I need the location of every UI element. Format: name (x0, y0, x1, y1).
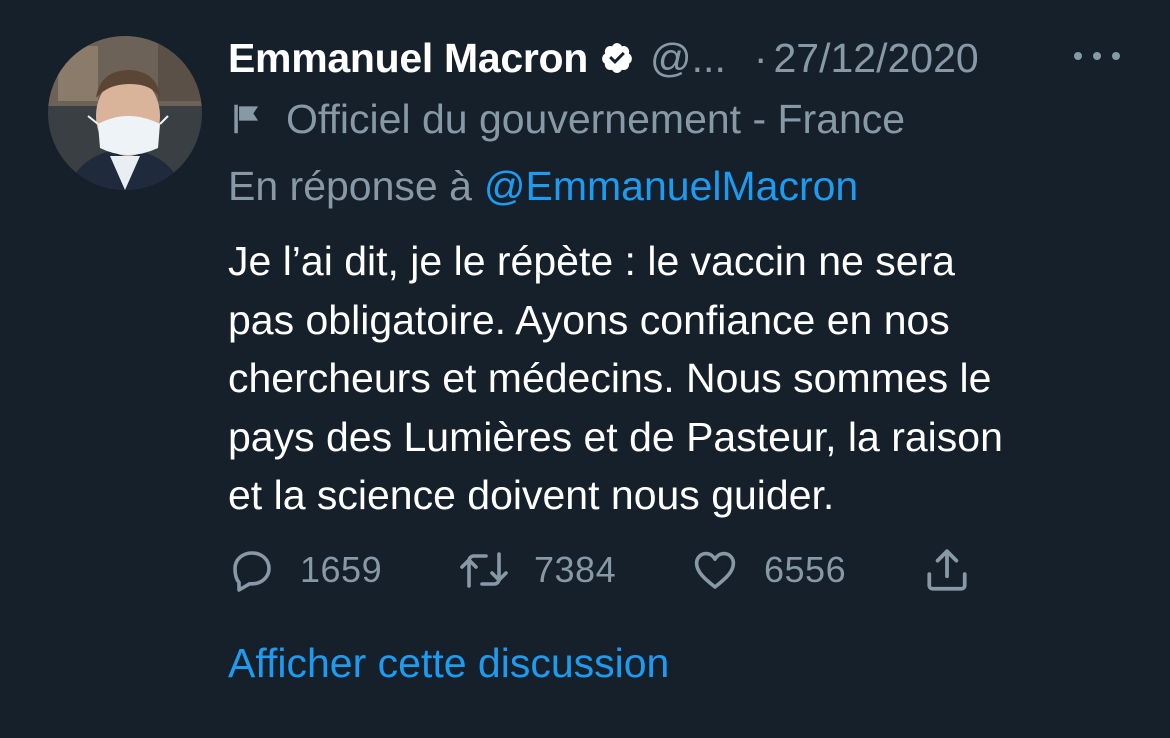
retweet-icon (460, 552, 508, 588)
retweet-button[interactable]: 7384 (458, 542, 616, 598)
separator-dot: · (753, 34, 768, 81)
reply-icon (233, 551, 271, 592)
share-icon (927, 549, 967, 591)
reply-button[interactable]: 1659 (228, 542, 382, 598)
tweet-text-line: Je l’ai dit, je le répète : le vaccin ne… (228, 238, 955, 284)
tweet-header: Emmanuel Macron @... · 27/12/2020 (228, 28, 1128, 88)
tweet-text-line: pays des Lumières et de Pasteur, la rais… (228, 413, 1003, 460)
tweet: Emmanuel Macron @... · 27/12/2020 Offici… (0, 0, 1170, 738)
like-count: 6556 (764, 549, 847, 590)
reply-to-handle-link[interactable]: @EmmanuelMacron (484, 163, 858, 210)
heart-icon (694, 551, 736, 589)
tweet-text-line: et la science doivent nous guider. (228, 472, 835, 518)
show-thread-link[interactable]: Afficher cette discussion (228, 640, 669, 687)
tweet-text-line: pas obligatoire. Ayons confiance en nos (228, 296, 950, 343)
tweet-actions: 1659 7384 6556 (228, 542, 988, 598)
author-handle[interactable]: @... (650, 35, 726, 82)
more-dot (1112, 52, 1120, 60)
government-label[interactable]: Officiel du gouvernement - France (228, 94, 905, 144)
reply-context: En réponse à @EmmanuelMacron (228, 160, 858, 212)
avatar[interactable] (48, 36, 202, 190)
reply-count: 1659 (300, 549, 383, 590)
avatar-image (48, 36, 202, 190)
verified-badge-icon (600, 41, 634, 75)
tweet-date[interactable]: 27/12/2020 (774, 35, 979, 82)
government-label-text: Officiel du gouvernement - France (286, 95, 906, 142)
more-dot (1074, 52, 1082, 60)
reply-prefix: En réponse à (228, 162, 472, 209)
share-button[interactable] (922, 542, 972, 598)
like-button[interactable]: 6556 (690, 542, 846, 598)
flag-icon (228, 100, 266, 138)
more-dot (1093, 52, 1101, 60)
tweet-text: Je l’ai dit, je le répète : le vaccin ne… (228, 232, 1128, 525)
more-options-icon[interactable] (1074, 38, 1120, 74)
retweet-count: 7384 (534, 549, 617, 590)
tweet-text-line: chercheurs et médecins. Nous sommes le (228, 355, 992, 401)
author-name[interactable]: Emmanuel Macron (228, 35, 588, 82)
